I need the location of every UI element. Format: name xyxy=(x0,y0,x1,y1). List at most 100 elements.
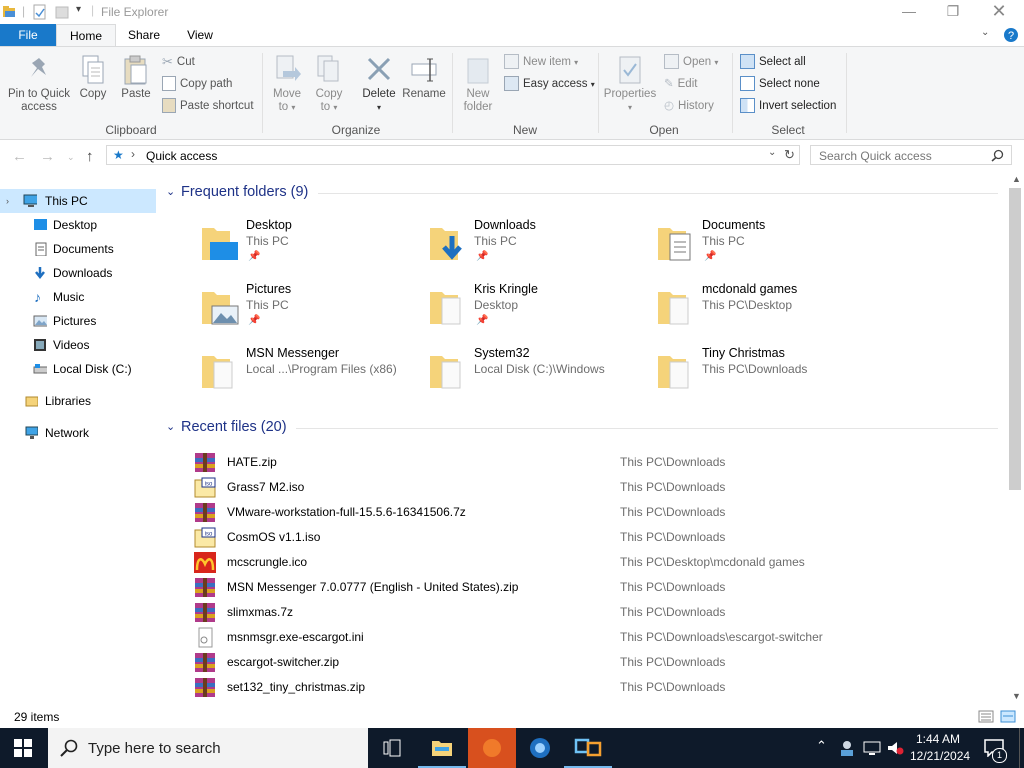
close-button[interactable]: ✕ xyxy=(976,0,1022,24)
expand-arrow-icon[interactable]: › xyxy=(6,189,9,213)
folder-tile-downloads[interactable]: Downloads This PC 📌 xyxy=(428,218,648,278)
easy-access-button[interactable]: Easy access ▾ xyxy=(504,75,595,93)
recent-files-header[interactable]: Recent files (20) xyxy=(181,419,287,435)
sidebar-item-downloads[interactable]: Downloads xyxy=(0,261,156,285)
pin-to-quick-access-button[interactable]: Pin to Quick access xyxy=(6,55,72,114)
scroll-up-icon[interactable]: ▲ xyxy=(1012,174,1021,184)
copy-button[interactable]: Copy xyxy=(76,55,110,101)
clock-date[interactable]: 12/21/2024 xyxy=(910,749,970,763)
properties-button[interactable]: Properties ▾ xyxy=(602,55,658,114)
scroll-down-icon[interactable]: ▼ xyxy=(1012,691,1021,701)
folder-tile-pictures[interactable]: Pictures This PC 📌 xyxy=(200,282,420,342)
sidebar-item-pictures[interactable]: Pictures xyxy=(0,309,156,333)
breadcrumb-separator-icon[interactable]: › xyxy=(131,147,135,161)
taskbar-app-window[interactable] xyxy=(564,728,612,768)
sidebar-item-this-pc[interactable]: › This PC xyxy=(0,189,156,213)
move-to-button[interactable]: Move to ▾ xyxy=(268,55,306,114)
search-input[interactable]: Search Quick access xyxy=(819,149,932,163)
up-arrow-icon[interactable]: ↑ xyxy=(86,148,94,165)
folder-tile-kris-kringle[interactable]: Kris Kringle Desktop 📌 xyxy=(428,282,648,342)
search-icon[interactable] xyxy=(991,149,1004,162)
list-item[interactable]: mcscrungle.ico This PC\Desktop\mcdonald … xyxy=(190,550,990,575)
copy-to-button[interactable]: Copy to ▾ xyxy=(310,55,348,114)
sidebar-item-libraries[interactable]: Libraries xyxy=(0,389,156,413)
list-item[interactable]: escargot-switcher.zip This PC\Downloads xyxy=(190,650,990,675)
folder-icon[interactable] xyxy=(2,4,18,20)
collapse-recent-icon[interactable]: ⌄ xyxy=(166,420,175,433)
list-item[interactable]: iso Grass7 M2.iso This PC\Downloads xyxy=(190,475,990,500)
properties-qat-icon[interactable] xyxy=(33,4,47,20)
tab-share[interactable]: Share xyxy=(116,24,172,46)
chevron-down-icon[interactable]: ⌄ xyxy=(981,27,989,38)
new-folder-button[interactable]: New folder xyxy=(458,55,498,114)
invert-selection-button[interactable]: Invert selection xyxy=(740,97,836,115)
sidebar-item-videos[interactable]: Videos xyxy=(0,333,156,357)
history-button[interactable]: ◴ History xyxy=(664,97,714,115)
folder-tile-desktop[interactable]: Desktop This PC 📌 xyxy=(200,218,420,278)
taskbar-file-explorer[interactable] xyxy=(418,728,466,768)
taskbar-search-box[interactable]: Type here to search xyxy=(48,728,368,768)
back-arrow-icon[interactable]: ← xyxy=(12,148,27,165)
details-view-icon[interactable] xyxy=(978,710,994,723)
scroll-thumb[interactable] xyxy=(1009,188,1021,490)
maximize-button[interactable]: ❐ xyxy=(930,0,976,24)
task-view-button[interactable] xyxy=(368,728,416,768)
qat-dropdown-icon[interactable]: ▾ xyxy=(76,4,81,15)
windows-start-icon[interactable] xyxy=(14,739,32,757)
sidebar-item-documents[interactable]: Documents xyxy=(0,237,156,261)
tab-file[interactable]: File xyxy=(0,24,56,46)
list-item[interactable]: HATE.zip This PC\Downloads xyxy=(190,450,990,475)
rename-button[interactable]: Rename xyxy=(402,55,446,101)
tab-view[interactable]: View xyxy=(172,24,228,46)
list-item[interactable]: VMware-workstation-full-15.5.6-16341506.… xyxy=(190,500,990,525)
folder-tile-tiny-christmas[interactable]: Tiny Christmas This PC\Downloads xyxy=(656,346,876,406)
large-icons-view-icon[interactable] xyxy=(1000,710,1016,723)
clock-time[interactable]: 1:44 AM xyxy=(916,732,960,746)
delete-button[interactable]: Delete ▾ xyxy=(358,55,400,114)
select-none-button[interactable]: Select none xyxy=(740,75,820,93)
list-item[interactable]: slimxmas.7z This PC\Downloads xyxy=(190,600,990,625)
refresh-icon[interactable]: ↻ xyxy=(784,147,795,163)
sidebar-item-network[interactable]: Network xyxy=(0,421,156,445)
new-folder-qat-icon[interactable] xyxy=(55,4,69,20)
tab-home[interactable]: Home xyxy=(56,24,116,47)
select-all-button[interactable]: Select all xyxy=(740,53,806,71)
taskbar-app-orange[interactable] xyxy=(468,728,516,768)
frequent-folders-header[interactable]: Frequent folders (9) xyxy=(181,184,308,200)
show-desktop-button[interactable] xyxy=(1019,728,1024,768)
forward-arrow-icon[interactable]: → xyxy=(40,148,55,165)
list-item[interactable]: MSN Messenger 7.0.0777 (English - United… xyxy=(190,575,990,600)
cut-button[interactable]: ✂ Cut xyxy=(162,53,195,71)
list-item[interactable]: iso CosmOS v1.1.iso This PC\Downloads xyxy=(190,525,990,550)
volume-muted-icon[interactable] xyxy=(886,740,904,756)
help-icon[interactable]: ? xyxy=(1003,27,1019,43)
vertical-scrollbar[interactable]: ▲ ▼ xyxy=(1008,174,1024,706)
copy-path-button[interactable]: Copy path xyxy=(162,75,232,93)
collapse-frequent-icon[interactable]: ⌄ xyxy=(166,185,175,198)
folder-tile-msn-messenger[interactable]: MSN Messenger Local ...\Program Files (x… xyxy=(200,346,420,406)
list-item[interactable]: set132_tiny_christmas.zip This PC\Downlo… xyxy=(190,675,990,700)
sidebar-item-music[interactable]: ♪ Music xyxy=(0,285,156,309)
paste-shortcut-button[interactable]: Paste shortcut xyxy=(162,97,254,115)
edit-button[interactable]: ✎ Edit xyxy=(664,75,697,93)
folder-tile-system32[interactable]: System32 Local Disk (C:)\Windows xyxy=(428,346,648,406)
open-button[interactable]: Open ▾ xyxy=(664,53,718,71)
search-box[interactable]: Search Quick access xyxy=(810,145,1012,165)
recent-locations-icon[interactable]: ⌄ xyxy=(67,152,75,163)
network-tray-icon[interactable] xyxy=(863,740,881,756)
breadcrumb[interactable]: Quick access xyxy=(146,149,217,163)
paste-button[interactable]: Paste xyxy=(118,55,154,101)
new-item-button[interactable]: New item ▾ xyxy=(504,53,578,71)
folder-tile-mcdonald-games[interactable]: mcdonald games This PC\Desktop xyxy=(656,282,876,342)
address-bar[interactable]: ★ › Quick access ⌄ ↻ xyxy=(106,145,800,165)
address-dropdown-icon[interactable]: ⌄ xyxy=(768,147,776,158)
sidebar-item-local-disk[interactable]: Local Disk (C:) xyxy=(0,357,156,381)
taskbar-app-blue[interactable] xyxy=(516,728,564,768)
minimize-button[interactable]: — xyxy=(886,0,932,24)
people-icon[interactable] xyxy=(838,739,856,757)
show-hidden-icons-icon[interactable]: ⌃ xyxy=(816,738,827,754)
folder-tile-documents[interactable]: Documents This PC 📌 xyxy=(656,218,876,278)
sidebar-item-desktop[interactable]: Desktop xyxy=(0,213,156,237)
taskbar-search-input[interactable]: Type here to search xyxy=(88,740,221,757)
list-item[interactable]: msnmsgr.exe-escargot.ini This PC\Downloa… xyxy=(190,625,990,650)
